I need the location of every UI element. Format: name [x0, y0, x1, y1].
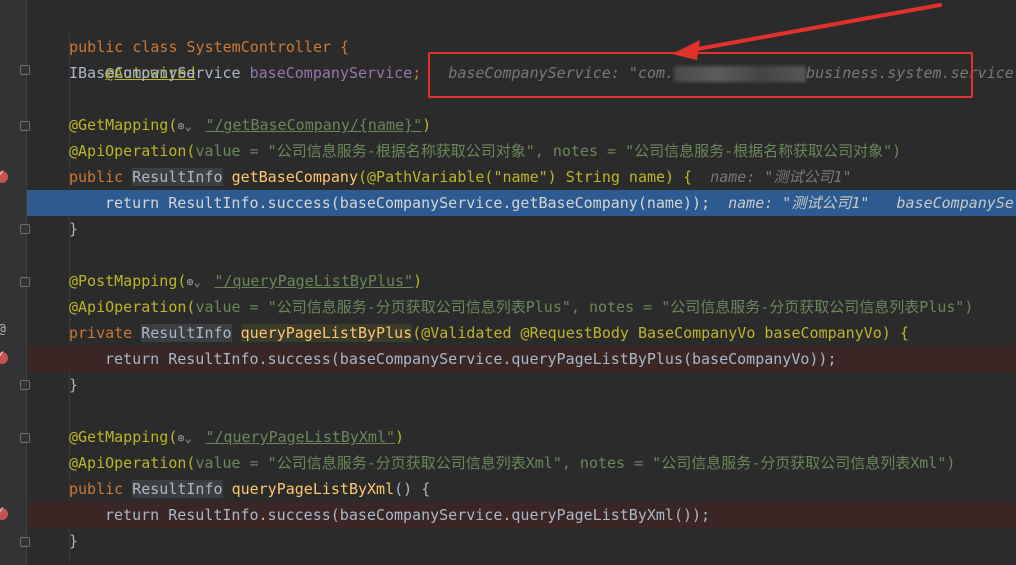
- callout-arrow: [672, 3, 942, 60]
